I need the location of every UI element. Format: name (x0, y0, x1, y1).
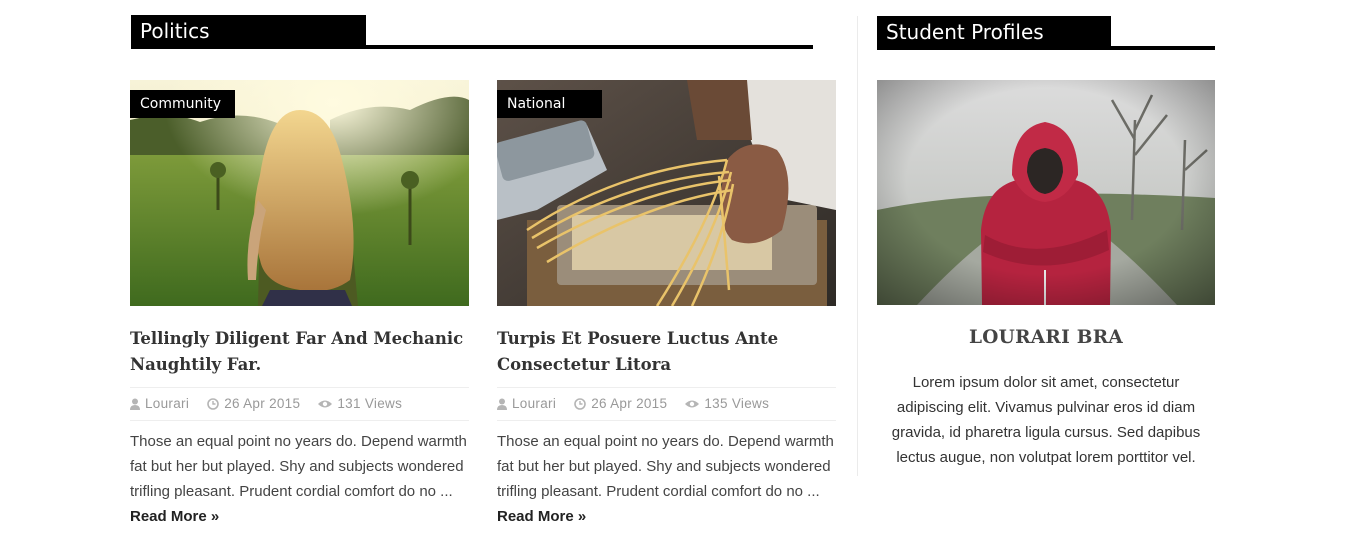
profile-bio: Lorem ipsum dolor sit amet, consectetur … (891, 374, 1201, 466)
post-date-text: 26 Apr 2015 (591, 396, 668, 411)
profiles-section-header: Student Profiles (877, 16, 1215, 50)
post-thumbnail-link[interactable]: Community (130, 80, 469, 306)
user-icon (497, 398, 507, 411)
category-label[interactable]: National (497, 90, 602, 118)
section-title-politics: Politics (131, 15, 366, 47)
profile-name[interactable]: LOURARI BRA (877, 327, 1215, 348)
user-icon (130, 398, 140, 411)
post-author[interactable]: Lourari (497, 396, 560, 411)
post-card: Community Tellingly Diligent Far And Mec… (130, 80, 469, 529)
post-views-text: 135 Views (704, 396, 770, 411)
person-in-red-hoodie-image (877, 80, 1215, 305)
post-excerpt-text: Those an equal point no years do. Depend… (497, 433, 834, 500)
post-date: 26 Apr 2015 (574, 396, 671, 411)
post-meta: Lourari 26 Apr 2015 135 Views (497, 387, 836, 421)
clock-icon (207, 398, 219, 411)
politics-section-header: Politics (131, 15, 813, 49)
category-label[interactable]: Community (130, 90, 235, 118)
post-title[interactable]: Turpis Et Posuere Luctus Ante Consectetu… (497, 326, 836, 378)
profile-photo (877, 80, 1215, 305)
post-author-name: Lourari (145, 396, 190, 411)
column-divider (857, 16, 858, 476)
clock-icon (574, 398, 586, 411)
post-date-text: 26 Apr 2015 (224, 396, 301, 411)
post-title[interactable]: Tellingly Diligent Far And Mechanic Naug… (130, 326, 469, 378)
post-author[interactable]: Lourari (130, 396, 193, 411)
post-card: National Turpis Et Posuere Luctus Ante C… (497, 80, 836, 529)
student-profile-widget: LOURARI BRA Lorem ipsum dolor sit amet, … (877, 80, 1215, 470)
post-excerpt: Those an equal point no years do. Depend… (497, 429, 836, 529)
eye-icon (685, 400, 700, 408)
post-thumbnail-link[interactable]: National (497, 80, 836, 306)
post-views: 135 Views (685, 396, 769, 411)
read-more-link[interactable]: Read More » (497, 508, 586, 525)
section-title-student-profiles: Student Profiles (877, 16, 1111, 48)
post-date: 26 Apr 2015 (207, 396, 304, 411)
post-excerpt: Those an equal point no years do. Depend… (130, 429, 469, 529)
post-views: 131 Views (318, 396, 402, 411)
read-more-link[interactable]: Read More » (130, 508, 219, 525)
post-excerpt-text: Those an equal point no years do. Depend… (130, 433, 467, 500)
post-meta: Lourari 26 Apr 2015 131 Views (130, 387, 469, 421)
post-author-name: Lourari (512, 396, 557, 411)
section-underline (877, 46, 1215, 50)
section-underline (131, 45, 813, 49)
post-views-text: 131 Views (337, 396, 403, 411)
eye-icon (318, 400, 333, 408)
